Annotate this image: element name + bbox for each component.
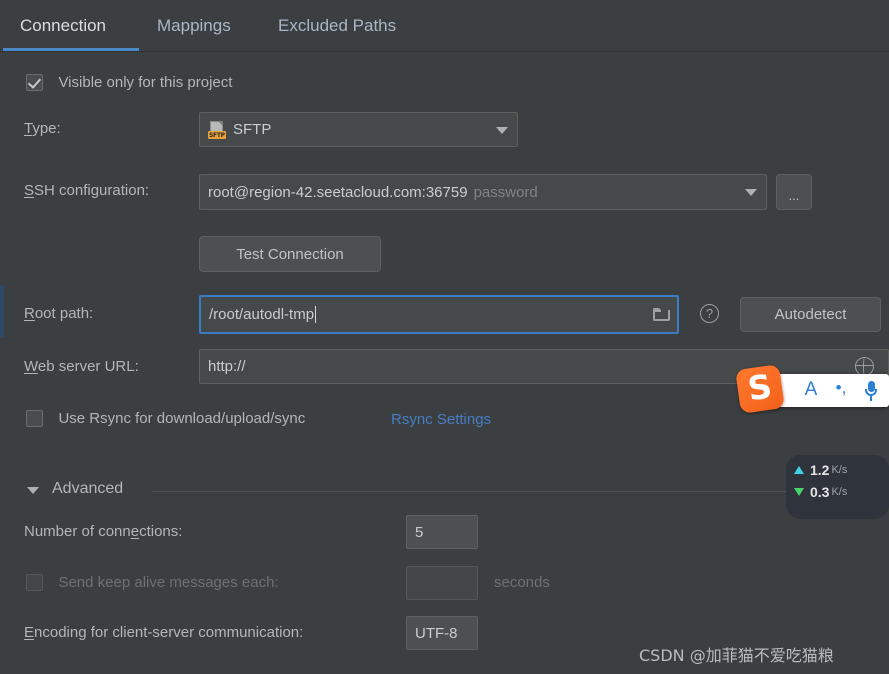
tab-mappings-label: Mappings <box>157 16 231 35</box>
encoding-label: Encoding for client-server communication… <box>24 624 304 641</box>
ssh-configuration-label: SSH configuration: <box>24 182 150 199</box>
text-caret <box>315 306 317 323</box>
autodetect-label: Autodetect <box>774 306 847 323</box>
left-edge-accent <box>0 285 4 337</box>
number-of-connections-input[interactable]: 5 <box>406 515 478 549</box>
encoding-value: UTF-8 <box>415 624 458 642</box>
upload-speed-value: 1.2 <box>810 462 830 478</box>
send-keep-alive-checkbox[interactable] <box>26 574 43 592</box>
advanced-section-title[interactable]: Advanced <box>52 480 123 498</box>
tab-excluded-paths[interactable]: Excluded Paths <box>278 0 396 51</box>
tab-connection-label: Connection <box>20 16 107 35</box>
send-keep-alive-row[interactable]: Send keep alive messages each: <box>26 574 279 592</box>
visible-only-row[interactable]: Visible only for this project <box>26 74 232 92</box>
number-of-connections-label: Number of connections: <box>24 523 183 540</box>
active-tab-indicator <box>3 48 139 51</box>
chevron-down-icon[interactable] <box>745 189 757 196</box>
test-connection-button[interactable]: Test Connection <box>199 236 381 272</box>
ssh-configuration-browse-button[interactable]: ... <box>776 174 812 210</box>
rsync-settings-link[interactable]: Rsync Settings <box>391 411 491 428</box>
chevron-down-icon[interactable] <box>496 126 508 134</box>
root-path-value: /root/autodl-tmp <box>209 306 315 323</box>
web-server-url-label: Web server URL: <box>24 358 139 375</box>
ime-mode-label[interactable]: A <box>800 379 822 401</box>
autodetect-button[interactable]: Autodetect <box>740 297 881 332</box>
web-server-url-value: http:// <box>208 358 246 375</box>
send-keep-alive-label: Send keep alive messages each: <box>58 574 279 591</box>
root-path-input[interactable]: /root/autodl-tmp <box>199 295 679 334</box>
sftp-icon: SFTP <box>208 120 226 139</box>
ime-punctuation-icon[interactable]: •, <box>830 378 852 398</box>
tab-mappings[interactable]: Mappings <box>157 0 231 51</box>
download-speed-unit: K/s <box>831 486 848 498</box>
download-speed-value: 0.3 <box>810 484 830 500</box>
ssh-browse-label: ... <box>788 188 800 203</box>
upload-arrow-icon <box>794 466 804 474</box>
ssh-configuration-auth-hint: password <box>473 183 538 201</box>
sftp-badge-label: SFTP <box>208 130 226 139</box>
use-rsync-label: Use Rsync for download/upload/sync <box>58 410 306 427</box>
send-keep-alive-input[interactable] <box>406 566 478 600</box>
type-label: Type: <box>24 120 61 137</box>
network-speed-widget[interactable]: 1.2 K/s 0.3 K/s <box>786 455 889 519</box>
help-question-icon[interactable]: ? <box>700 304 719 323</box>
root-path-label: Root path: <box>24 305 94 322</box>
ssh-configuration-value: root@region-42.seetacloud.com:36759 <box>208 183 468 201</box>
visible-only-checkbox[interactable] <box>26 74 43 92</box>
number-of-connections-value: 5 <box>415 523 424 541</box>
folder-icon[interactable] <box>653 307 671 322</box>
sogou-logo-icon[interactable]: S <box>735 364 785 414</box>
microphone-icon[interactable] <box>864 381 878 401</box>
ssh-configuration-combo[interactable]: root@region-42.seetacloud.com:36759 pass… <box>199 174 767 210</box>
type-combo-value: SFTP <box>233 121 272 138</box>
upload-speed-row: 1.2 K/s <box>794 459 879 481</box>
visible-only-label: Visible only for this project <box>58 74 233 91</box>
advanced-collapse-icon[interactable] <box>27 487 39 494</box>
encoding-combo[interactable]: UTF-8 <box>406 616 478 650</box>
send-keep-alive-unit: seconds <box>494 574 550 591</box>
watermark-text: CSDN @加菲猫不爱吃猫粮 <box>639 646 834 665</box>
tab-bar: Connection Mappings Excluded Paths <box>0 0 889 52</box>
type-combo[interactable]: SFTP SFTP <box>199 112 518 147</box>
rsync-row[interactable]: Use Rsync for download/upload/sync <box>26 410 305 428</box>
upload-speed-unit: K/s <box>831 464 848 476</box>
download-speed-row: 0.3 K/s <box>794 481 879 503</box>
use-rsync-checkbox[interactable] <box>26 410 43 428</box>
tab-connection[interactable]: Connection <box>20 0 106 51</box>
test-connection-label: Test Connection <box>236 245 344 263</box>
download-arrow-icon <box>794 488 804 496</box>
tab-excluded-paths-label: Excluded Paths <box>278 16 397 35</box>
advanced-separator <box>152 491 889 492</box>
